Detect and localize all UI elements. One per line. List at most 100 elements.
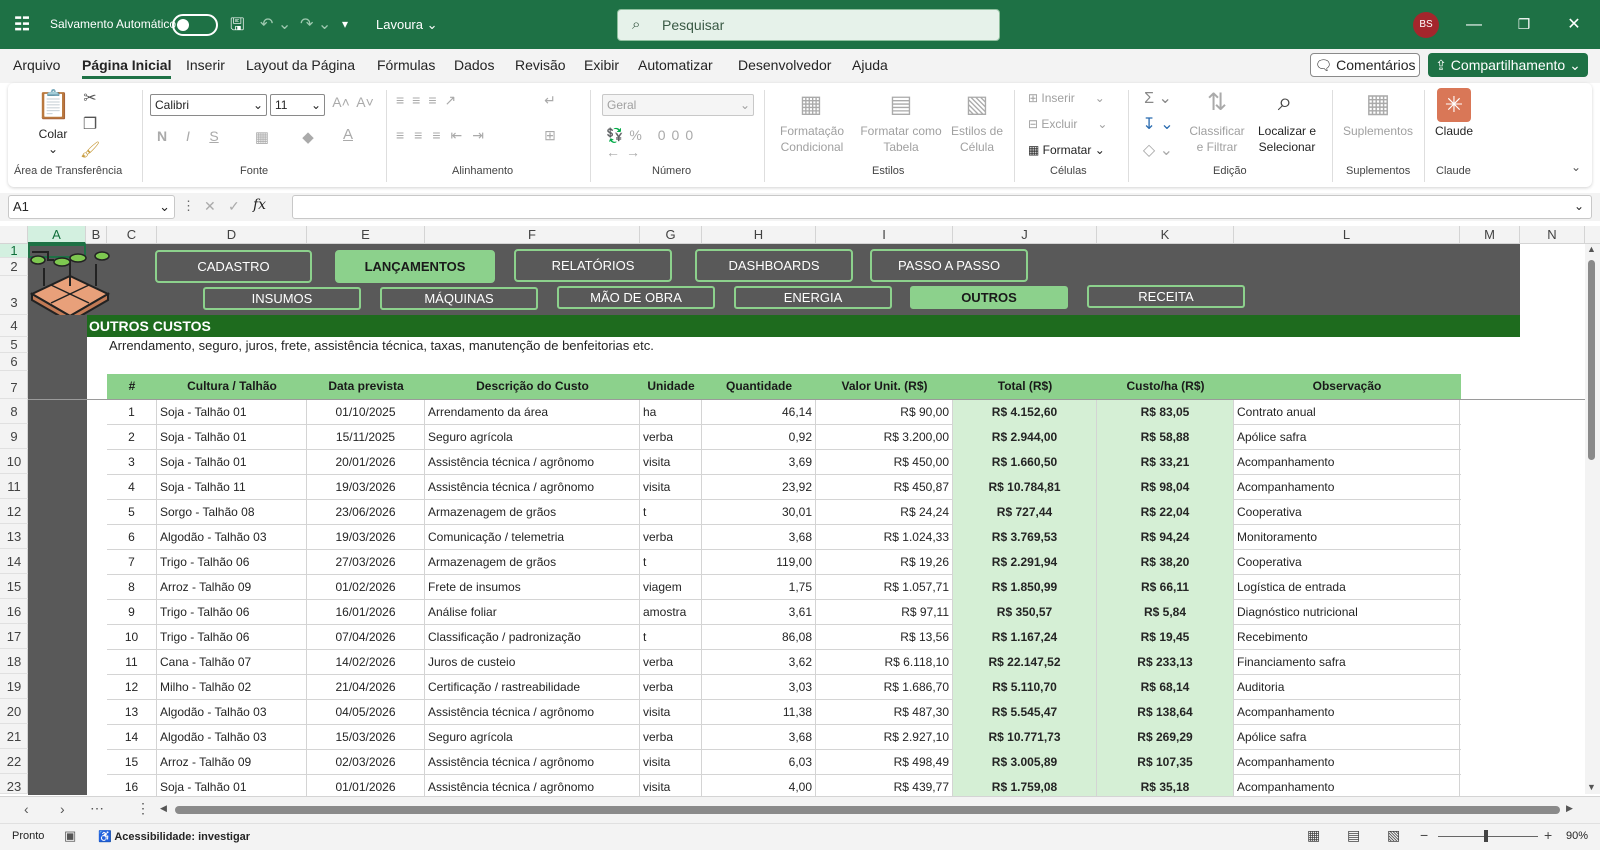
- row-header[interactable]: 9: [0, 424, 28, 449]
- conditional-format-icon[interactable]: ▦: [796, 90, 826, 119]
- collapse-ribbon-icon[interactable]: ⌄: [1568, 160, 1584, 174]
- row-header[interactable]: 7: [0, 371, 28, 399]
- cell-observacao[interactable]: Contrato anual: [1234, 400, 1460, 425]
- subnav-mao-de-obra[interactable]: MÃO DE OBRA: [557, 286, 715, 309]
- cell-quantidade[interactable]: 30,01: [702, 500, 816, 525]
- addins-label[interactable]: Suplementos: [1340, 124, 1416, 138]
- subnav-energia[interactable]: ENERGIA: [734, 286, 892, 309]
- cell-unidade[interactable]: verba: [640, 675, 702, 700]
- cell-valor-unit[interactable]: R$ 1.686,70: [816, 675, 953, 700]
- cell-valor-unit[interactable]: R$ 19,26: [816, 550, 953, 575]
- cell-total[interactable]: R$ 5.110,70: [953, 675, 1097, 700]
- claude-icon[interactable]: ✳: [1437, 88, 1471, 122]
- cell-unidade[interactable]: amostra: [640, 600, 702, 625]
- number-format-icons[interactable]: 💱% 000 ←→: [606, 127, 746, 160]
- more-sheets-icon[interactable]: ⋯: [90, 800, 104, 817]
- underline-icon[interactable]: S: [206, 128, 222, 144]
- row-header[interactable]: 13: [0, 524, 28, 549]
- column-header-l[interactable]: L: [1234, 226, 1460, 244]
- insert-cells-button[interactable]: ⊞ Inserir ⌄: [1028, 91, 1105, 105]
- sort-filter-icon[interactable]: ⇅: [1200, 88, 1234, 117]
- cell-num[interactable]: 4: [107, 475, 157, 500]
- row-header[interactable]: 8: [0, 399, 28, 424]
- claude-label[interactable]: Claude: [1432, 124, 1476, 138]
- row-header[interactable]: 19: [0, 674, 28, 699]
- cell-descricao[interactable]: Armazenagem de grãos: [425, 550, 640, 575]
- cell-data[interactable]: 01/02/2026: [307, 575, 425, 600]
- cell-total[interactable]: R$ 10.784,81: [953, 475, 1097, 500]
- cell-data[interactable]: 15/11/2025: [307, 425, 425, 450]
- cell-num[interactable]: 2: [107, 425, 157, 450]
- close-icon[interactable]: ✕: [1550, 0, 1598, 49]
- cell-descricao[interactable]: Juros de custeio: [425, 650, 640, 675]
- cell-descricao[interactable]: Análise foliar: [425, 600, 640, 625]
- cell-descricao[interactable]: Frete de insumos: [425, 575, 640, 600]
- cell-unidade[interactable]: t: [640, 500, 702, 525]
- copy-icon[interactable]: ❐: [80, 114, 100, 134]
- save-icon[interactable]: 🖫: [230, 0, 244, 49]
- cell-unidade[interactable]: verba: [640, 425, 702, 450]
- formula-input[interactable]: [292, 195, 1592, 219]
- menu-exibir[interactable]: Exibir: [584, 57, 619, 73]
- cell-observacao[interactable]: Monitoramento: [1234, 525, 1460, 550]
- cell-unidade[interactable]: t: [640, 625, 702, 650]
- cell-data[interactable]: 27/03/2026: [307, 550, 425, 575]
- nav-passo-a-passo[interactable]: PASSO A PASSO: [870, 249, 1028, 282]
- cell-styles-label-2[interactable]: Célula: [946, 140, 1008, 154]
- cell-cultura[interactable]: Cana - Talhão 07: [157, 650, 307, 675]
- cell-quantidade[interactable]: 3,68: [702, 525, 816, 550]
- cell-unidade[interactable]: t: [640, 550, 702, 575]
- conditional-format-label-2[interactable]: Condicional: [772, 140, 852, 154]
- row-header[interactable]: 2: [0, 258, 28, 276]
- cell-valor-unit[interactable]: R$ 1.024,33: [816, 525, 953, 550]
- nav-relatorios[interactable]: RELATÓRIOS: [514, 249, 672, 282]
- cell-quantidade[interactable]: 3,03: [702, 675, 816, 700]
- cell-custo-ha[interactable]: R$ 269,29: [1097, 725, 1234, 750]
- cell-cultura[interactable]: Soja - Talhão 01: [157, 425, 307, 450]
- menu-desenvolvedor[interactable]: Desenvolvedor: [738, 57, 831, 73]
- row-header[interactable]: 20: [0, 699, 28, 724]
- cell-descricao[interactable]: Armazenagem de grãos: [425, 500, 640, 525]
- zoom-level[interactable]: 90%: [1566, 830, 1588, 842]
- cell-observacao[interactable]: Auditoria: [1234, 675, 1460, 700]
- cell-descricao[interactable]: Assistência técnica / agrônomo: [425, 750, 640, 775]
- cell-observacao[interactable]: Cooperativa: [1234, 500, 1460, 525]
- menu-dados[interactable]: Dados: [454, 57, 494, 73]
- row-header[interactable]: 22: [0, 749, 28, 774]
- menu-arquivo[interactable]: Arquivo: [13, 57, 60, 73]
- format-table-label-1[interactable]: Formatar como: [854, 124, 948, 138]
- row-header[interactable]: 14: [0, 549, 28, 574]
- cell-descricao[interactable]: Certificação / rastreabilidade: [425, 675, 640, 700]
- cell-unidade[interactable]: verba: [640, 525, 702, 550]
- cell-custo-ha[interactable]: R$ 5,84: [1097, 600, 1234, 625]
- normal-view-icon[interactable]: ▦: [1307, 827, 1320, 844]
- row-header[interactable]: 1: [0, 244, 28, 258]
- clear-icon[interactable]: ◇ ⌄: [1138, 140, 1178, 160]
- font-name-select[interactable]: Calibri ⌄: [150, 94, 267, 116]
- vertical-scroll-thumb[interactable]: [1588, 260, 1595, 460]
- share-button[interactable]: ⇪ Compartilhamento ⌄: [1428, 53, 1588, 77]
- cell-observacao[interactable]: Financiamento safra: [1234, 650, 1460, 675]
- cell-observacao[interactable]: Apólice safra: [1234, 725, 1460, 750]
- confirm-formula-icon[interactable]: ✓: [228, 198, 240, 215]
- cell-total[interactable]: R$ 727,44: [953, 500, 1097, 525]
- cell-custo-ha[interactable]: R$ 38,20: [1097, 550, 1234, 575]
- autosum-icon[interactable]: Σ ⌄: [1138, 88, 1178, 108]
- menu-automatizar[interactable]: Automatizar: [638, 57, 713, 73]
- column-header-j[interactable]: J: [953, 226, 1097, 244]
- row-header[interactable]: 21: [0, 724, 28, 749]
- menu-formulas[interactable]: Fórmulas: [377, 57, 435, 73]
- page-layout-icon[interactable]: ▤: [1347, 827, 1360, 844]
- column-header-m[interactable]: M: [1460, 226, 1520, 244]
- row-header[interactable]: 23: [0, 774, 28, 794]
- cell-valor-unit[interactable]: R$ 3.200,00: [816, 425, 953, 450]
- cell-total[interactable]: R$ 10.771,73: [953, 725, 1097, 750]
- merge-center-icon[interactable]: ⊞: [540, 127, 560, 144]
- cell-unidade[interactable]: verba: [640, 650, 702, 675]
- subnav-maquinas[interactable]: MÁQUINAS: [380, 287, 538, 310]
- page-break-icon[interactable]: ▧: [1387, 827, 1400, 844]
- format-table-icon[interactable]: ▤: [886, 90, 916, 119]
- cell-data[interactable]: 07/04/2026: [307, 625, 425, 650]
- cell-quantidade[interactable]: 3,68: [702, 725, 816, 750]
- cell-data[interactable]: 23/06/2026: [307, 500, 425, 525]
